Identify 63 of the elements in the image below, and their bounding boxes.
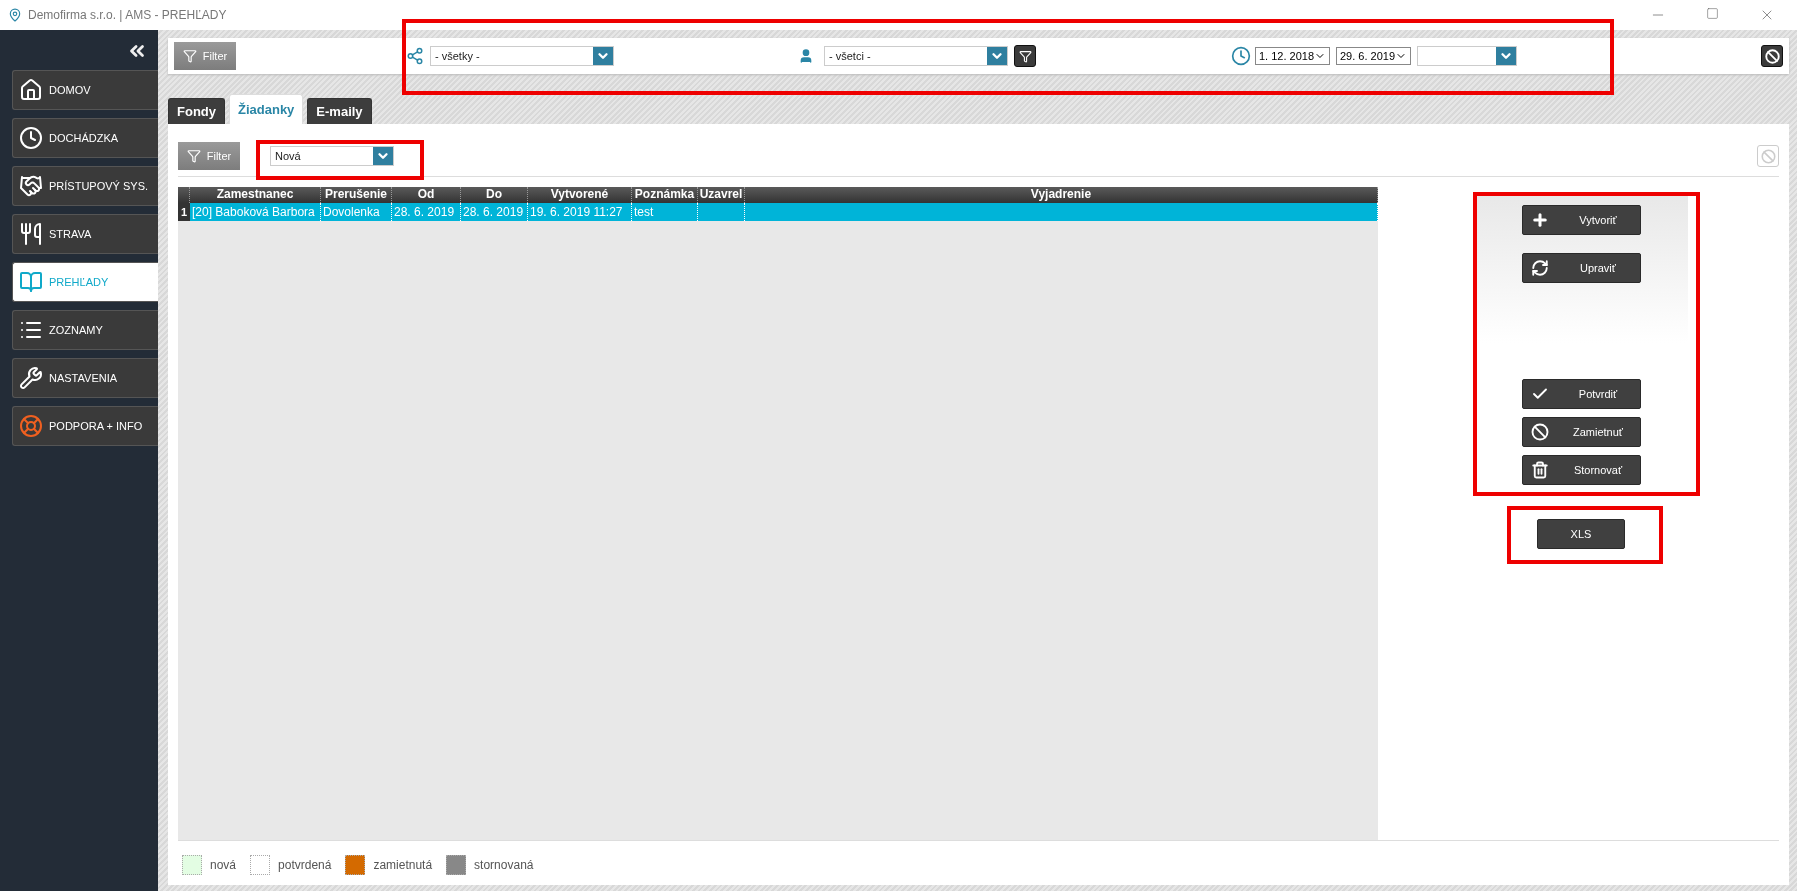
ban-icon — [1760, 148, 1776, 164]
tab[interactable]: E-maily — [307, 98, 372, 124]
trash-icon — [1530, 461, 1549, 479]
column-header[interactable]: Od — [392, 187, 461, 203]
action-button[interactable]: Vytvoriť — [1521, 205, 1641, 235]
ban-icon — [1530, 423, 1549, 441]
date-from-field[interactable]: 1. 12. 2018 — [1255, 47, 1330, 65]
window-title: Demofirma s.r.o. | AMS - PREHĽADY — [28, 8, 227, 22]
sidebar-item[interactable]: STRAVA — [12, 214, 158, 254]
legend-label: nová — [210, 858, 237, 872]
sidebar-item[interactable]: PODPORA + INFO — [12, 406, 158, 446]
person-select[interactable]: - všetci - — [824, 46, 1008, 66]
table-cell: 28. 6. 2019 — [461, 203, 528, 221]
column-header[interactable]: Poznámka — [632, 187, 698, 203]
sidebar-item[interactable]: DOMOV — [12, 70, 158, 110]
sidebar-item[interactable]: PRÍSTUPOVÝ SYS. — [12, 166, 158, 206]
handshake-icon — [19, 174, 43, 198]
sidebar-item[interactable]: NASTAVENIA — [12, 358, 158, 398]
funnel-icon — [182, 49, 197, 63]
clock-icon — [1231, 46, 1251, 66]
sidebar-item[interactable]: ZOZNAMY — [12, 310, 158, 350]
plus-icon — [1530, 211, 1549, 229]
filter-icon-button[interactable] — [1014, 45, 1036, 67]
column-header[interactable]: Vytvorené — [528, 187, 632, 203]
column-header[interactable]: Uzavrel — [698, 187, 745, 203]
house-icon — [19, 78, 43, 102]
legend-label: zamietnutá — [373, 858, 433, 872]
funnel-icon — [1018, 49, 1032, 63]
xls-export-button[interactable]: XLS — [1537, 519, 1625, 549]
location-pin-icon — [8, 8, 22, 22]
table-cell: 28. 6. 2019 — [392, 203, 461, 221]
clear-button[interactable] — [1761, 45, 1783, 67]
sidebar-item[interactable]: DOCHÁDZKA — [12, 118, 158, 158]
person-icon — [798, 48, 814, 64]
table-cell: 19. 6. 2019 11:27 — [528, 203, 632, 221]
column-header[interactable]: Prerušenie — [321, 187, 392, 203]
table-cell: [20] Baboková Barbora — [190, 203, 321, 221]
legend-label: stornovaná — [474, 858, 534, 872]
ban-icon — [1764, 48, 1780, 64]
column-header[interactable]: Zamestnanec — [190, 187, 321, 203]
tab[interactable]: Fondy — [168, 98, 225, 124]
group-select[interactable]: - všetky - — [430, 46, 614, 66]
funnel-icon — [186, 149, 201, 163]
legend-label: potvrdená — [278, 858, 332, 872]
clock-icon — [19, 126, 43, 150]
tab[interactable]: Žiadanky — [229, 94, 304, 124]
action-button[interactable]: Potvrdiť — [1521, 379, 1641, 409]
lifebuoy-icon — [19, 414, 43, 438]
table-cell: test — [632, 203, 698, 221]
refresh-icon — [1530, 259, 1549, 277]
column-header[interactable]: Vyjadrenie — [745, 187, 1378, 203]
status-select[interactable]: Nová — [270, 146, 394, 166]
action-button[interactable]: Zamietnuť — [1521, 417, 1641, 447]
action-button[interactable]: Upraviť — [1521, 253, 1641, 283]
date-to-field[interactable]: 29. 6. 2019 — [1336, 47, 1411, 65]
nodes-icon — [406, 47, 424, 65]
action-button[interactable]: Stornovať — [1521, 455, 1641, 485]
column-header[interactable]: Do — [461, 187, 528, 203]
table-cell: Dovolenka — [321, 203, 392, 221]
table-cell — [698, 203, 745, 221]
row-number: 1 — [178, 203, 190, 221]
period-select[interactable] — [1417, 46, 1517, 66]
corner-cell — [178, 187, 190, 203]
